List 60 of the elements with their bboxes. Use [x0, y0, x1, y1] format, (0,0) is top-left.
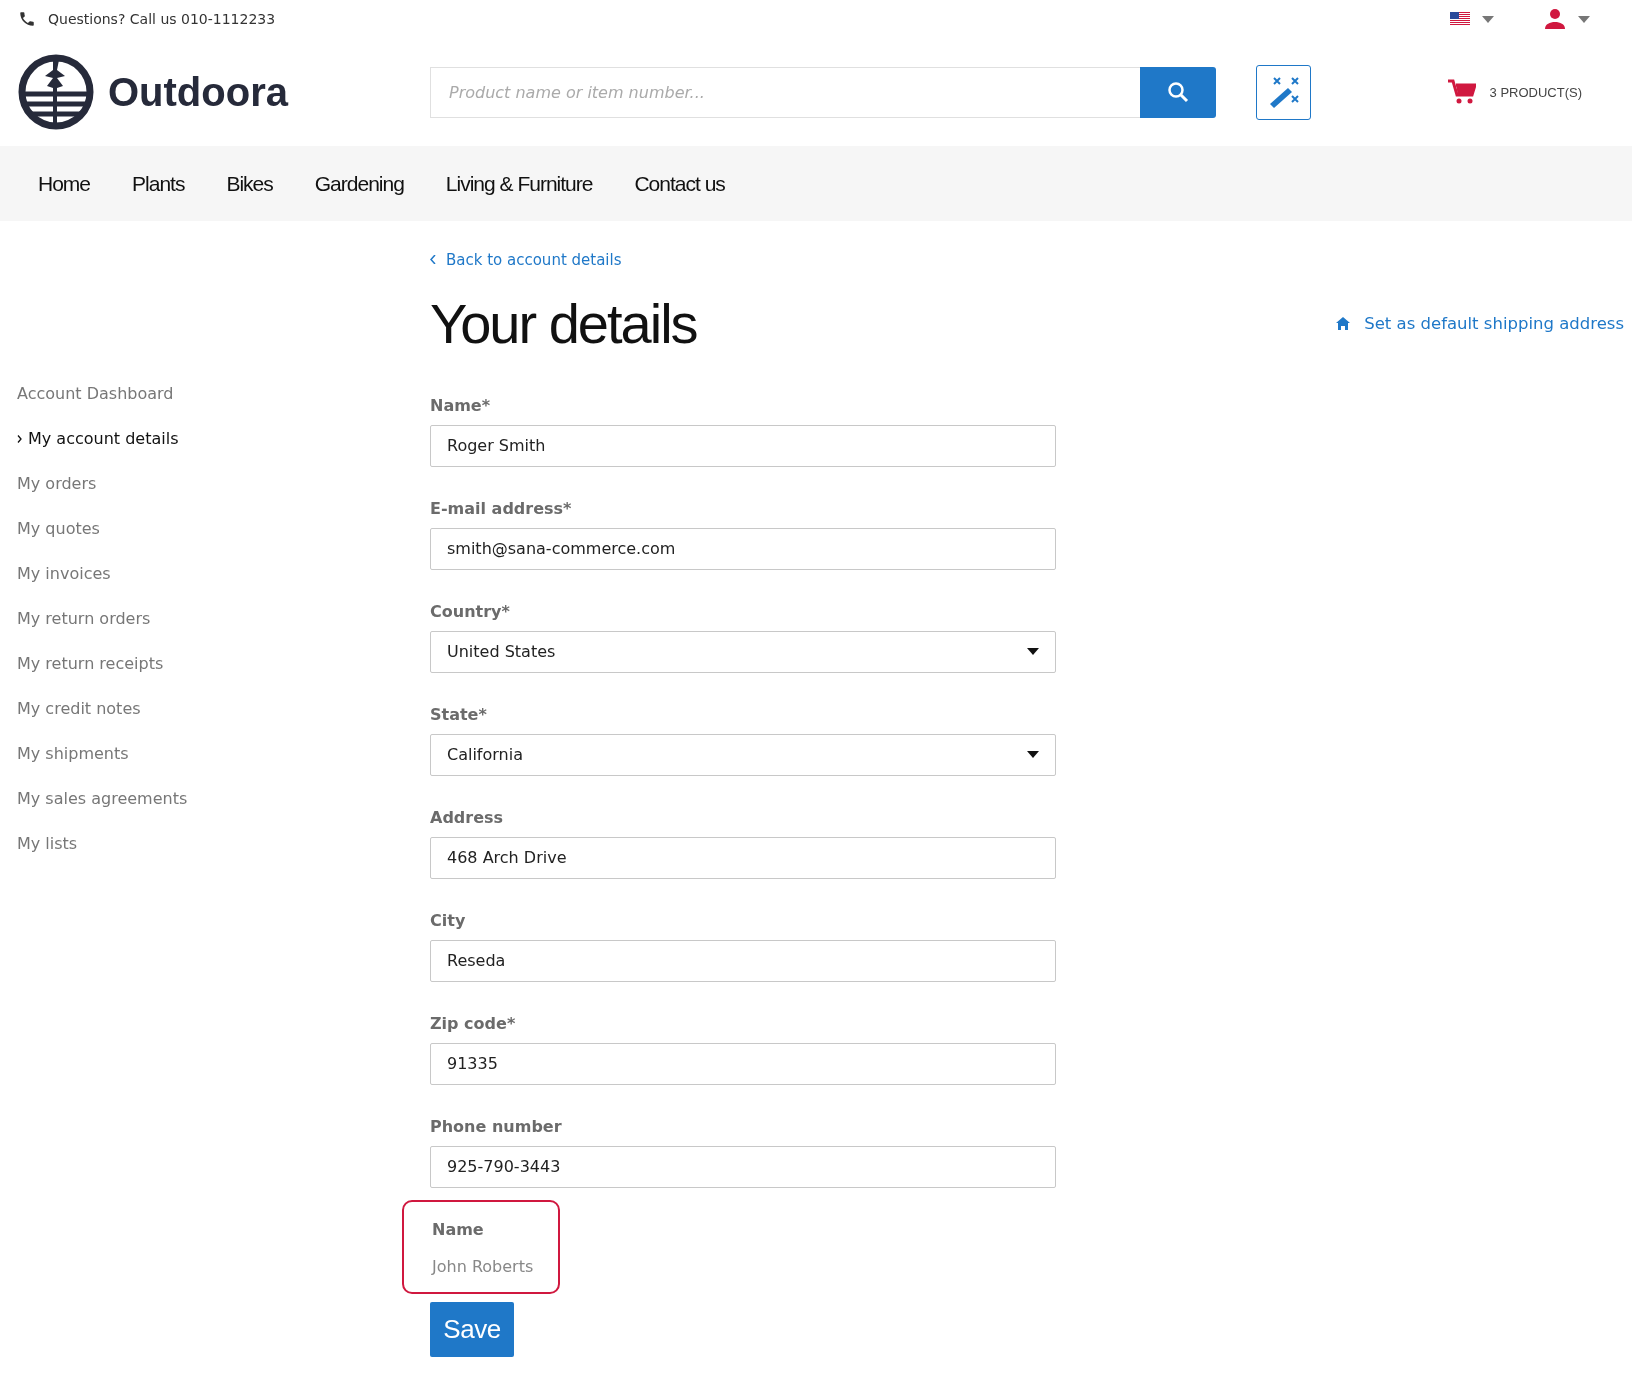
- input-field[interactable]: smith@sana-commerce.com: [430, 527, 1056, 570]
- input-field[interactable]: Roger Smith: [430, 424, 1056, 467]
- field-label: Address: [430, 807, 505, 827]
- flag-icon: [1450, 12, 1470, 26]
- back-link[interactable]: Back to account details: [430, 250, 622, 269]
- field-label: Phone number: [430, 1116, 563, 1136]
- default-shipping-link[interactable]: Set as default shipping address: [1336, 313, 1624, 333]
- select-field[interactable]: California: [430, 733, 1056, 776]
- tree-logo-icon: [18, 54, 94, 130]
- magic-wand-button[interactable]: [1256, 64, 1311, 120]
- dropdown-caret-icon: [1027, 751, 1039, 758]
- caret-icon: [1482, 15, 1494, 23]
- cart-button[interactable]: 3 PRODUCT(S): [1441, 78, 1588, 106]
- select-field[interactable]: United States: [430, 630, 1056, 673]
- cart-icon: [1447, 79, 1476, 105]
- field-value: John Roberts: [432, 1256, 535, 1276]
- nav-link[interactable]: Bikes: [226, 171, 273, 196]
- logo-text: Outdoora: [108, 69, 288, 115]
- field-label: Name*: [430, 395, 492, 415]
- dropdown-caret-icon: [1027, 648, 1039, 655]
- nav-link[interactable]: Living & Furniture: [445, 171, 593, 196]
- field-label: E-mail address*: [430, 498, 573, 518]
- input-field[interactable]: 468 Arch Drive: [430, 836, 1056, 879]
- caret-icon: [1578, 15, 1590, 23]
- nav-link[interactable]: Plants: [132, 171, 185, 196]
- language-selector[interactable]: [1450, 12, 1494, 26]
- save-button[interactable]: Save: [430, 1301, 514, 1357]
- input-field[interactable]: 925-790-3443: [430, 1145, 1056, 1188]
- contact-text: Questions? Call us 010-1112233: [48, 11, 276, 27]
- field-label: Zip code*: [430, 1013, 517, 1033]
- chevron-right-icon: [17, 434, 22, 443]
- sidebar-link[interactable]: My orders: [17, 471, 430, 496]
- sidebar-link[interactable]: My return receipts: [17, 651, 430, 676]
- sidebar-link[interactable]: My account details: [17, 426, 430, 451]
- field-label: City: [430, 910, 467, 930]
- account-menu[interactable]: [1544, 8, 1590, 30]
- sidebar-link[interactable]: My sales agreements: [17, 786, 430, 811]
- page-title: Your details: [430, 290, 697, 356]
- nav-link[interactable]: Home: [38, 171, 91, 196]
- sidebar-link[interactable]: My quotes: [17, 516, 430, 541]
- nav-link[interactable]: Gardening: [314, 171, 404, 196]
- field-label: State*: [430, 704, 488, 724]
- nav-link[interactable]: Contact us: [634, 171, 725, 196]
- field-label: Country*: [430, 601, 511, 621]
- user-icon: [1544, 8, 1566, 30]
- sidebar-link[interactable]: Account Dashboard: [17, 381, 430, 406]
- search-icon: [1166, 80, 1190, 104]
- search-button[interactable]: [1140, 66, 1216, 118]
- sidebar-link[interactable]: My credit notes: [17, 696, 430, 721]
- field-label: Name: [432, 1219, 485, 1239]
- sidebar-link[interactable]: My return orders: [17, 606, 430, 631]
- input-field[interactable]: Reseda: [430, 939, 1056, 982]
- sidebar-link[interactable]: My invoices: [17, 561, 430, 586]
- phone-icon: [18, 10, 36, 28]
- sidebar-link[interactable]: My lists: [17, 831, 430, 856]
- sidebar-link[interactable]: My shipments: [17, 741, 430, 766]
- home-icon: [1336, 316, 1351, 330]
- input-field[interactable]: 91335: [430, 1042, 1056, 1085]
- chevron-left-icon: [430, 255, 436, 264]
- search-field[interactable]: Product name or item number...: [430, 66, 1140, 118]
